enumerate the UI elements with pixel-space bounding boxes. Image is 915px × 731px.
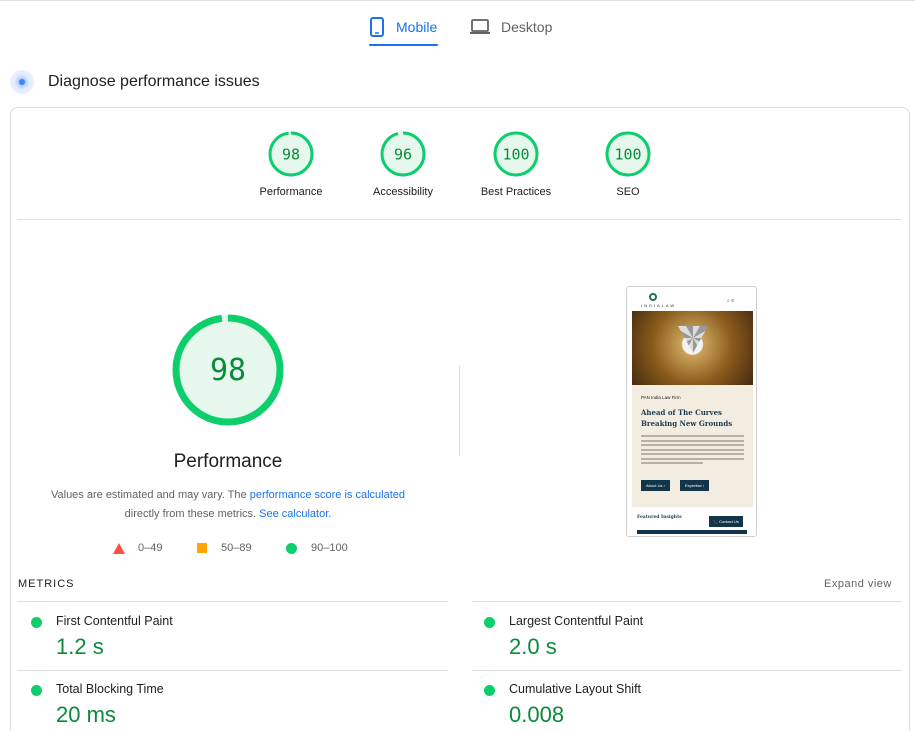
tab-desktop-label: Desktop xyxy=(501,19,553,35)
preview-headline: Ahead of The Curves Breaking New Grounds xyxy=(641,407,749,429)
preview-body-text xyxy=(641,435,744,467)
score-value: 100 xyxy=(502,146,529,164)
report-card xyxy=(10,107,910,731)
preview-contact-button: 📞 Contact Us xyxy=(709,516,743,527)
page-screenshot-preview[interactable]: INDIALAW ⌕ ≡ PAN India Law Firm Ahead of… xyxy=(626,286,757,537)
tab-desktop[interactable]: Desktop xyxy=(470,12,552,42)
divider xyxy=(17,219,902,220)
square-icon xyxy=(197,543,207,553)
score-note: Values are estimated and may vary. The p… xyxy=(30,486,426,524)
note-text-2: directly from these metrics. xyxy=(124,508,260,520)
mobile-icon xyxy=(370,17,384,37)
circle-icon xyxy=(286,542,297,554)
gauge-label: Best Practices xyxy=(480,186,552,198)
main-performance-gauge: 98 xyxy=(172,314,284,426)
gauge-accessibility[interactable]: 96 Accessibility xyxy=(348,130,458,198)
see-calculator-link[interactable]: See calculator. xyxy=(259,508,331,520)
preview-eyebrow: PAN India Law Firm xyxy=(641,395,681,400)
preview-expertise-button: Expertise › xyxy=(680,480,710,491)
metric-value: 0.008 xyxy=(509,702,565,727)
headline-line-2: Breaking New Grounds xyxy=(641,419,733,428)
preview-featured: Featured Insights xyxy=(637,515,682,520)
metrics-heading: METRICS xyxy=(18,578,75,590)
note-text: Values are estimated and may vary. The xyxy=(50,489,250,501)
metric-divider xyxy=(472,670,902,671)
site-brand: INDIALAW xyxy=(641,303,677,308)
triangle-icon xyxy=(113,542,125,554)
metric-divider xyxy=(17,601,448,602)
active-tab-indicator xyxy=(369,44,438,46)
metric-name: Total Blocking Time xyxy=(56,682,164,696)
score-value: 100 xyxy=(614,146,641,164)
gauge-label: Performance xyxy=(259,186,323,198)
metric-value: 2.0 s xyxy=(509,634,557,659)
performance-score-link[interactable]: performance score is calculated xyxy=(250,489,405,501)
score-value: 98 xyxy=(282,146,300,164)
legend-range: 50–89 xyxy=(221,542,252,554)
hero-content: PAN India Law Firm Ahead of The Curves B… xyxy=(632,385,753,507)
metric-divider xyxy=(17,670,448,671)
diagnose-icon xyxy=(10,70,34,94)
diagnose-header: Diagnose performance issues xyxy=(10,69,260,95)
gauge-best-practices[interactable]: 100 Best Practices xyxy=(461,130,571,198)
legend-fail: 0–49 xyxy=(113,541,162,555)
main-score-value: 98 xyxy=(210,353,246,388)
legend-range: 0–49 xyxy=(138,542,163,554)
pass-circle-icon xyxy=(484,617,495,628)
headline-line-1: Ahead of The Curves xyxy=(641,408,722,417)
vertical-divider xyxy=(459,366,460,456)
gauge-label: Accessibility xyxy=(373,186,433,198)
expand-view-button[interactable]: Expand view xyxy=(824,578,892,590)
gauge-ring: 100 xyxy=(605,131,651,177)
main-score-label: Performance xyxy=(173,451,283,472)
tab-mobile-label: Mobile xyxy=(396,19,438,35)
metric-value: 20 ms xyxy=(56,702,116,727)
preview-bar xyxy=(637,530,747,534)
pass-circle-icon xyxy=(31,685,42,696)
legend-average: 50–89 xyxy=(197,541,252,555)
metric-name: Largest Contentful Paint xyxy=(509,614,644,628)
legend-range: 90–100 xyxy=(311,542,348,554)
gauge-ring: 98 xyxy=(268,131,314,177)
pass-circle-icon xyxy=(484,685,495,696)
desktop-icon xyxy=(470,19,490,34)
score-value: 96 xyxy=(394,146,412,164)
device-tabs: Mobile Desktop xyxy=(0,0,915,48)
gauge-ring: 96 xyxy=(380,131,426,177)
gauge-performance[interactable]: 98 Performance xyxy=(236,130,346,198)
menu-icon: ⌕ ≡ xyxy=(727,298,735,304)
gauge-label: SEO xyxy=(616,186,640,198)
diagnose-title: Diagnose performance issues xyxy=(48,73,260,90)
pass-circle-icon xyxy=(31,617,42,628)
metric-value: 1.2 s xyxy=(56,634,104,659)
metric-name: First Contentful Paint xyxy=(56,614,173,628)
metric-divider xyxy=(472,601,902,602)
gauge-ring: 100 xyxy=(493,131,539,177)
metric-name: Cumulative Layout Shift xyxy=(509,682,642,696)
tab-mobile[interactable]: Mobile xyxy=(369,12,437,42)
hero-image xyxy=(632,311,753,385)
legend-pass: 90–100 xyxy=(286,541,348,555)
gauge-seo[interactable]: 100 SEO xyxy=(573,130,683,198)
preview-about-button: About Us › xyxy=(641,480,670,491)
site-logo-icon xyxy=(649,293,657,301)
